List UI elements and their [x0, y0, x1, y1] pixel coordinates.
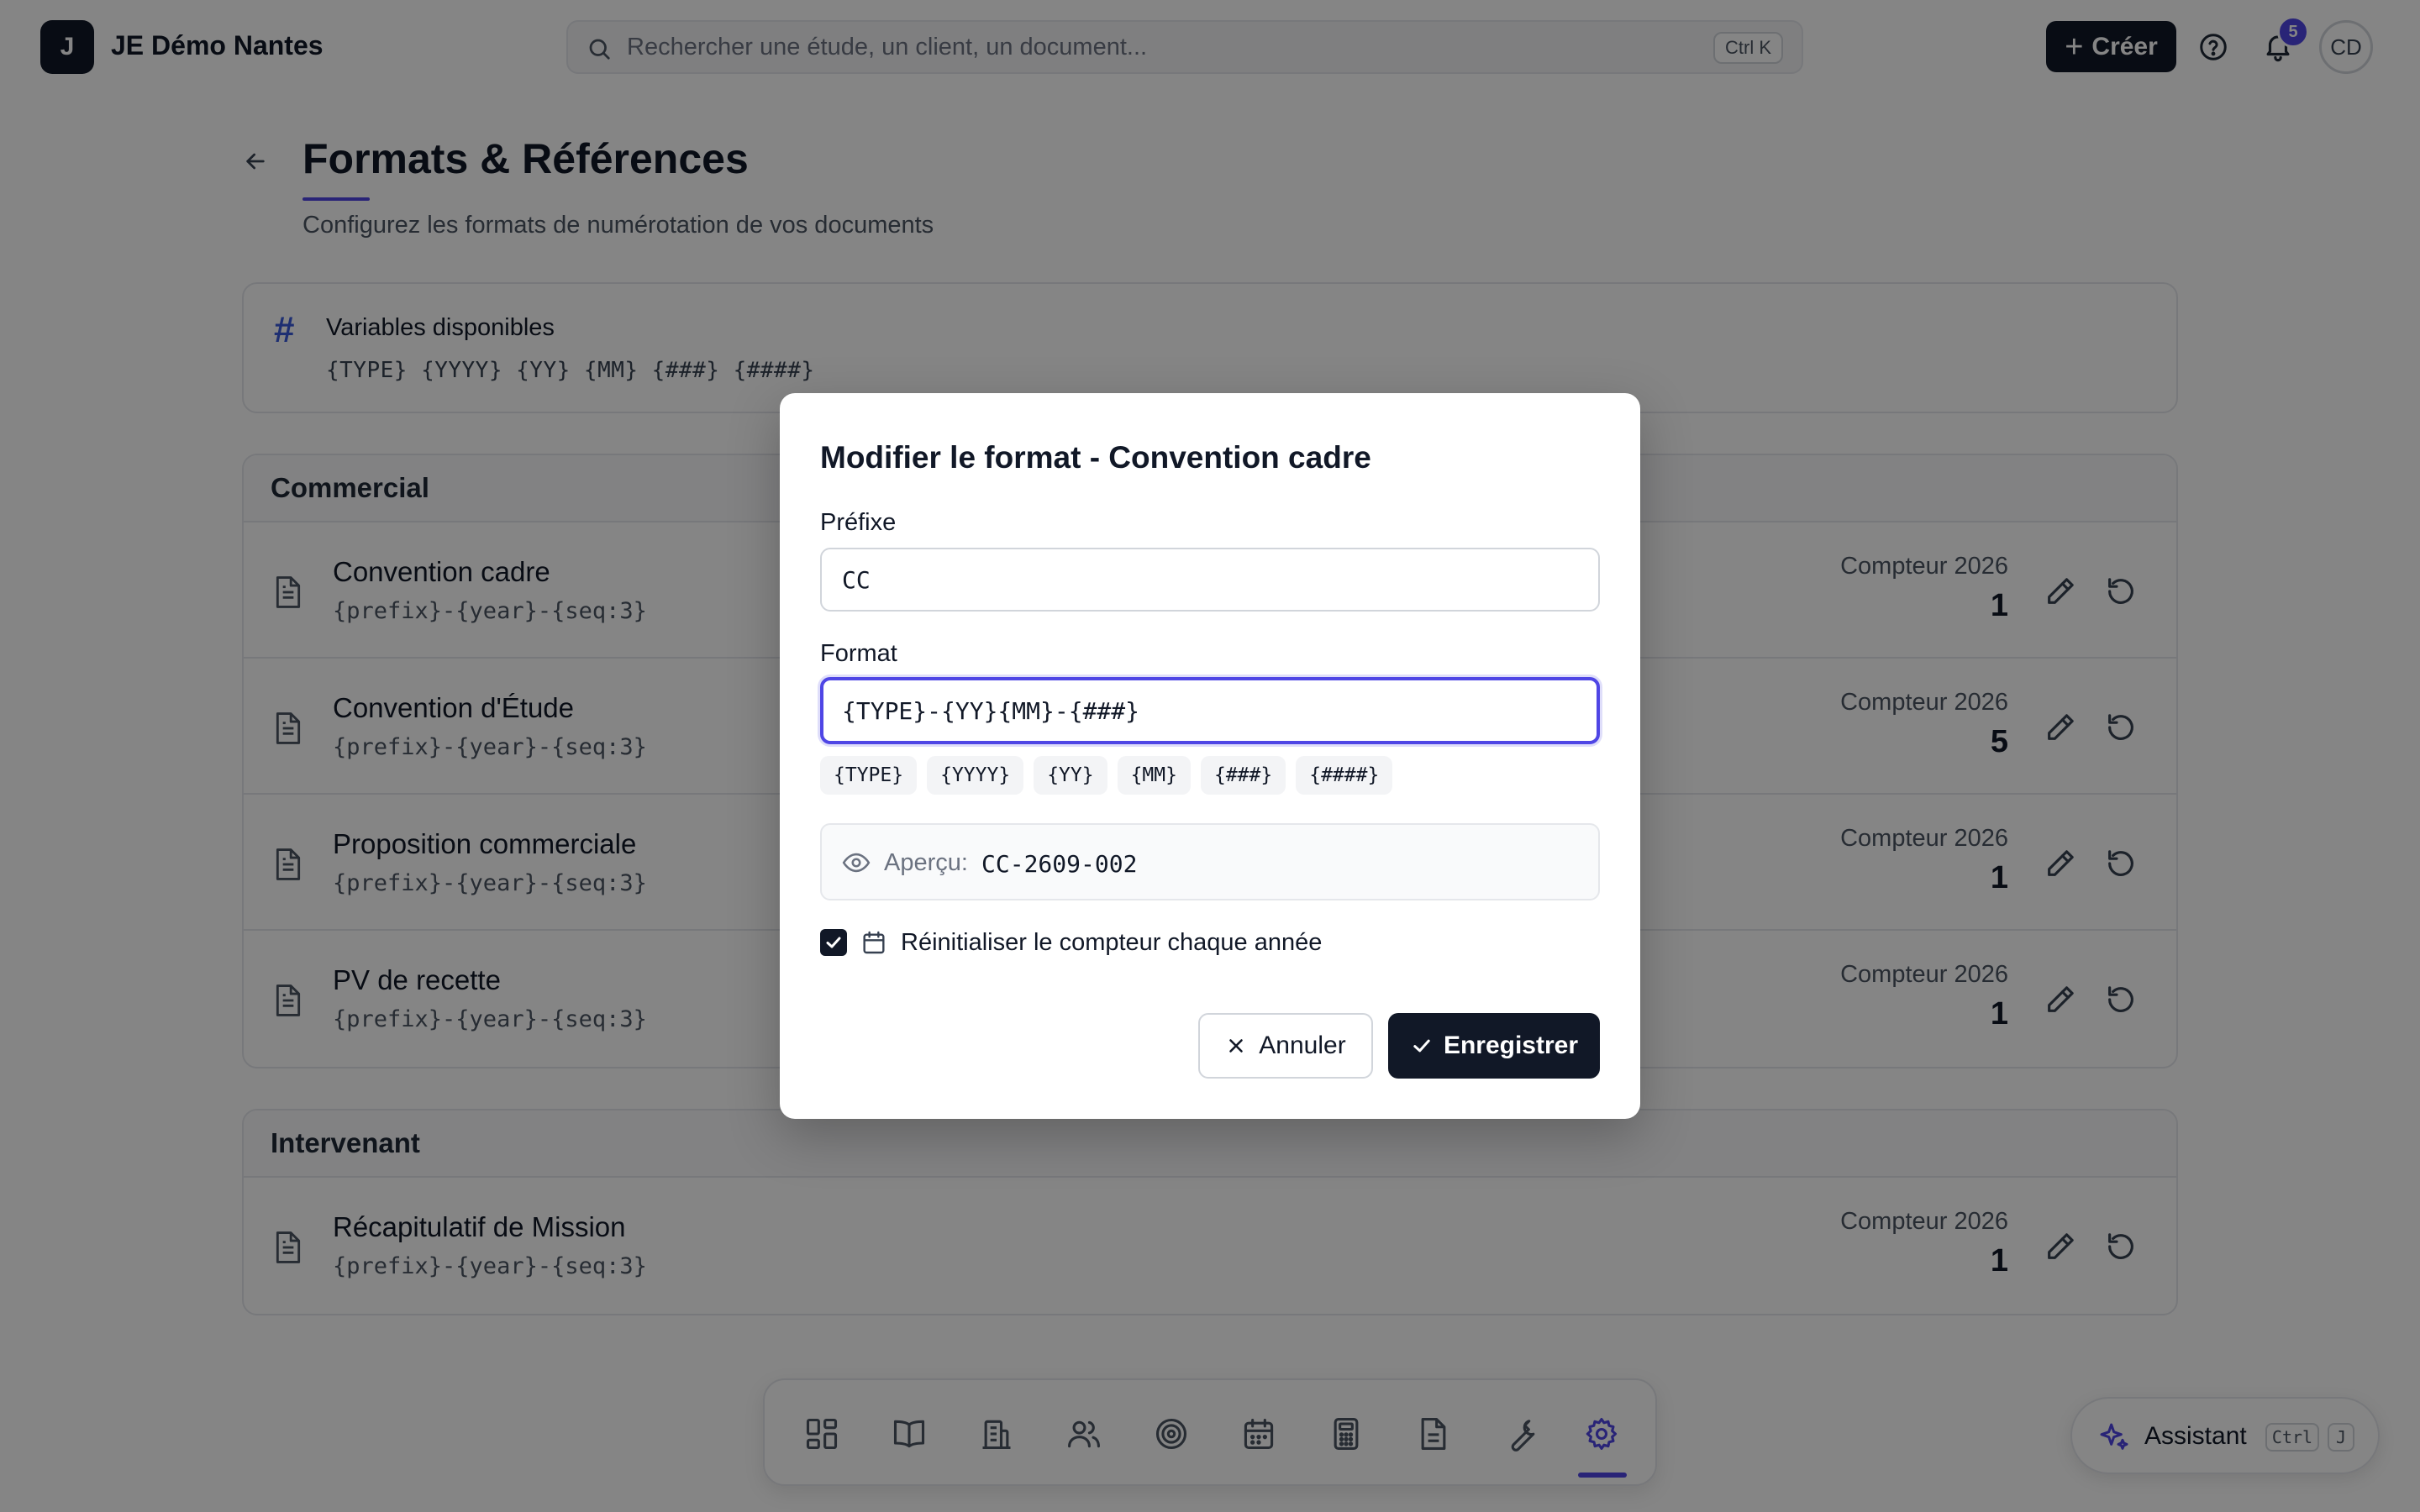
variable-chip[interactable]: {YYYY} [927, 756, 1024, 795]
preview-label: Aperçu: [884, 849, 968, 876]
format-label: Format [820, 640, 897, 667]
reset-yearly-checkbox[interactable] [820, 929, 847, 956]
cancel-button-label: Annuler [1259, 1032, 1346, 1059]
prefix-label: Préfixe [820, 509, 897, 536]
edit-format-modal: Modifier le format - Convention cadre Pr… [780, 393, 1640, 1119]
preview-value: CC-2609-002 [981, 850, 1138, 878]
variable-chip[interactable]: {YY} [1034, 756, 1107, 795]
preview-box: Aperçu: CC-2609-002 [820, 823, 1600, 900]
calendar-icon [863, 931, 885, 954]
modal-title: Modifier le format - Convention cadre [820, 440, 1371, 475]
variable-chip[interactable]: {####} [1296, 756, 1393, 795]
save-button-label: Enregistrer [1443, 1032, 1579, 1059]
eye-icon [842, 853, 871, 873]
cancel-button[interactable]: Annuler [1198, 1013, 1373, 1079]
variable-chip[interactable]: {MM} [1117, 756, 1191, 795]
close-icon [1229, 1039, 1244, 1053]
reset-yearly-label[interactable]: Réinitialiser le compteur chaque année [901, 929, 1322, 957]
variable-chip[interactable]: {TYPE} [820, 756, 918, 795]
check-icon [1413, 1039, 1430, 1053]
format-input[interactable] [820, 677, 1600, 744]
prefix-input[interactable] [820, 548, 1600, 612]
save-button[interactable]: Enregistrer [1388, 1013, 1600, 1079]
variable-chip[interactable]: {###} [1200, 756, 1286, 795]
variable-chips: {TYPE} {YYYY} {YY} {MM} {###} {####} [820, 756, 1393, 795]
checkmark-icon [826, 937, 841, 948]
